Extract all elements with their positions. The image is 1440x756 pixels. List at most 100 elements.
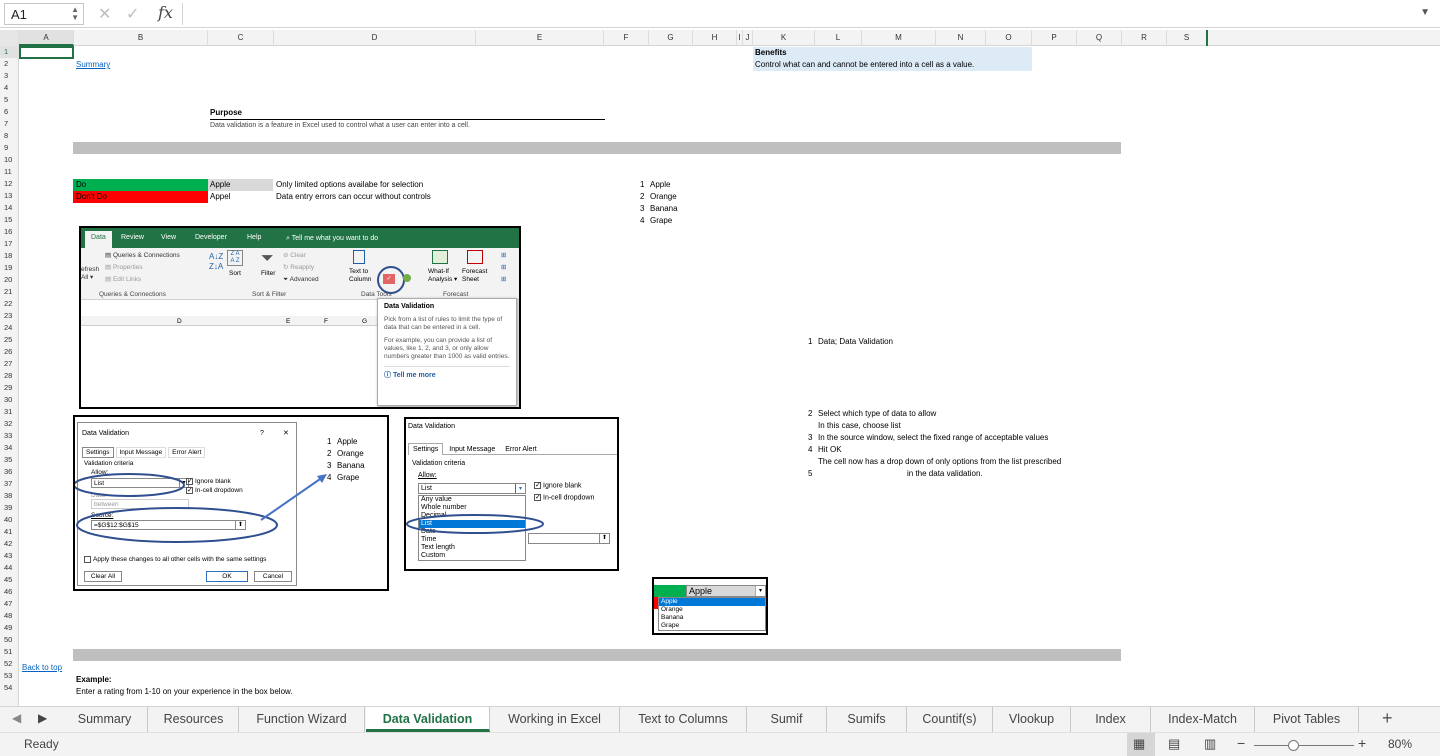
column-header[interactable]: N <box>936 30 986 46</box>
row-header[interactable]: 48 <box>0 610 19 622</box>
column-header[interactable]: E <box>476 30 604 46</box>
row-header[interactable]: 38 <box>0 490 19 502</box>
sheet-tab[interactable]: Working in Excel <box>490 707 620 732</box>
row-header[interactable]: 18 <box>0 250 19 262</box>
row-header[interactable]: 47 <box>0 598 19 610</box>
row-header[interactable]: 31 <box>0 406 19 418</box>
zoom-in-icon[interactable]: + <box>1358 735 1366 751</box>
row-header[interactable]: 11 <box>0 166 19 178</box>
column-header[interactable]: Q <box>1077 30 1122 46</box>
row-header[interactable]: 7 <box>0 118 19 130</box>
row-header[interactable]: 28 <box>0 370 19 382</box>
prev-sheet-icon[interactable]: ◀ <box>12 711 21 725</box>
row-header[interactable]: 51 <box>0 646 19 658</box>
row-header[interactable]: 22 <box>0 298 19 310</box>
name-box-spin-icon[interactable]: ▲ ▼ <box>71 6 79 22</box>
row-header[interactable]: 50 <box>0 634 19 646</box>
page-layout-icon[interactable]: ▤ <box>1168 736 1180 752</box>
row-header[interactable]: 32 <box>0 418 19 430</box>
zoom-out-icon[interactable]: − <box>1237 735 1245 751</box>
row-header[interactable]: 6 <box>0 106 19 118</box>
cancel-icon[interactable]: ✕ <box>98 4 111 24</box>
column-header[interactable]: P <box>1032 30 1077 46</box>
insert-function-button[interactable]: fx <box>158 3 173 22</box>
sheet-tab[interactable]: Summary <box>62 707 148 732</box>
sheet-tab[interactable]: Vlookup <box>993 707 1071 732</box>
sheet-tab[interactable]: Pivot Tables <box>1255 707 1359 732</box>
row-header[interactable]: 16 <box>0 226 19 238</box>
row-header[interactable]: 13 <box>0 190 19 202</box>
expand-formula-bar-icon[interactable]: ▼ <box>1420 7 1430 18</box>
summary-link[interactable]: Summary <box>76 59 110 71</box>
row-header[interactable]: 40 <box>0 514 19 526</box>
row-header[interactable]: 34 <box>0 442 19 454</box>
row-header[interactable]: 53 <box>0 670 19 682</box>
row-header[interactable]: 24 <box>0 322 19 334</box>
row-header[interactable]: 1 <box>0 46 19 58</box>
sheet-tab[interactable]: Text to Columns <box>620 707 747 732</box>
row-header[interactable]: 52 <box>0 658 19 670</box>
row-header[interactable]: 30 <box>0 394 19 406</box>
enter-icon[interactable]: ✓ <box>126 4 139 24</box>
column-header[interactable]: B <box>74 30 208 46</box>
sheet-tab[interactable]: Index-Match <box>1151 707 1255 732</box>
select-all-corner[interactable] <box>0 30 19 46</box>
row-header[interactable]: 33 <box>0 430 19 442</box>
column-header[interactable]: C <box>208 30 274 46</box>
row-header[interactable]: 46 <box>0 586 19 598</box>
dont-value-cell[interactable]: Appel <box>208 191 230 203</box>
column-header[interactable]: J <box>743 30 753 46</box>
column-header[interactable]: L <box>815 30 862 46</box>
column-header[interactable]: A <box>19 30 74 46</box>
row-header[interactable]: 20 <box>0 274 19 286</box>
row-header[interactable]: 43 <box>0 550 19 562</box>
row-header[interactable]: 49 <box>0 622 19 634</box>
row-header[interactable]: 41 <box>0 526 19 538</box>
zoom-slider-track[interactable] <box>1254 745 1354 746</box>
column-header[interactable]: M <box>862 30 936 46</box>
row-header[interactable]: 14 <box>0 202 19 214</box>
column-header[interactable]: K <box>753 30 815 46</box>
list-item[interactable]: Banana <box>650 203 678 215</box>
data-validation-icon[interactable]: ✓ <box>383 274 395 284</box>
worksheet-grid[interactable]: Summary Benefits Control what can and ca… <box>20 46 1440 706</box>
back-to-top-link[interactable]: Back to top <box>22 662 62 674</box>
sheet-tab[interactable]: Countif(s) <box>907 707 993 732</box>
row-header[interactable]: 3 <box>0 70 19 82</box>
column-header[interactable]: S <box>1167 30 1208 46</box>
list-item[interactable]: Orange <box>650 191 677 203</box>
formula-input[interactable] <box>186 4 1406 24</box>
sheet-tab[interactable]: Index <box>1071 707 1151 732</box>
row-header[interactable]: 12 <box>0 178 19 190</box>
row-header[interactable]: 21 <box>0 286 19 298</box>
row-header[interactable]: 54 <box>0 682 19 694</box>
row-header[interactable]: 44 <box>0 562 19 574</box>
column-header[interactable]: R <box>1122 30 1167 46</box>
new-sheet-button[interactable]: + <box>1382 708 1393 729</box>
sheet-tab[interactable]: Data Validation <box>366 707 490 732</box>
row-header[interactable]: 36 <box>0 466 19 478</box>
column-header[interactable]: G <box>649 30 693 46</box>
sheet-tab[interactable]: Sumifs <box>827 707 907 732</box>
row-header[interactable]: 37 <box>0 478 19 490</box>
row-header[interactable]: 26 <box>0 346 19 358</box>
row-header[interactable]: 42 <box>0 538 19 550</box>
row-header[interactable]: 27 <box>0 358 19 370</box>
list-item[interactable]: Grape <box>650 215 672 227</box>
row-header[interactable]: 8 <box>0 130 19 142</box>
zoom-level[interactable]: 80% <box>1388 737 1412 751</box>
list-item[interactable]: Apple <box>650 179 670 191</box>
row-header[interactable]: 45 <box>0 574 19 586</box>
row-header[interactable]: 4 <box>0 82 19 94</box>
next-sheet-icon[interactable]: ▶ <box>38 711 47 725</box>
do-value-cell[interactable]: Apple <box>208 179 273 191</box>
zoom-slider-thumb[interactable] <box>1288 740 1299 751</box>
row-header[interactable]: 15 <box>0 214 19 226</box>
row-header[interactable]: 2 <box>0 58 19 70</box>
column-header[interactable]: D <box>274 30 476 46</box>
row-header[interactable]: 39 <box>0 502 19 514</box>
column-header[interactable]: F <box>604 30 649 46</box>
sheet-tab[interactable]: Resources <box>149 707 239 732</box>
row-header[interactable]: 5 <box>0 94 19 106</box>
row-header[interactable]: 19 <box>0 262 19 274</box>
